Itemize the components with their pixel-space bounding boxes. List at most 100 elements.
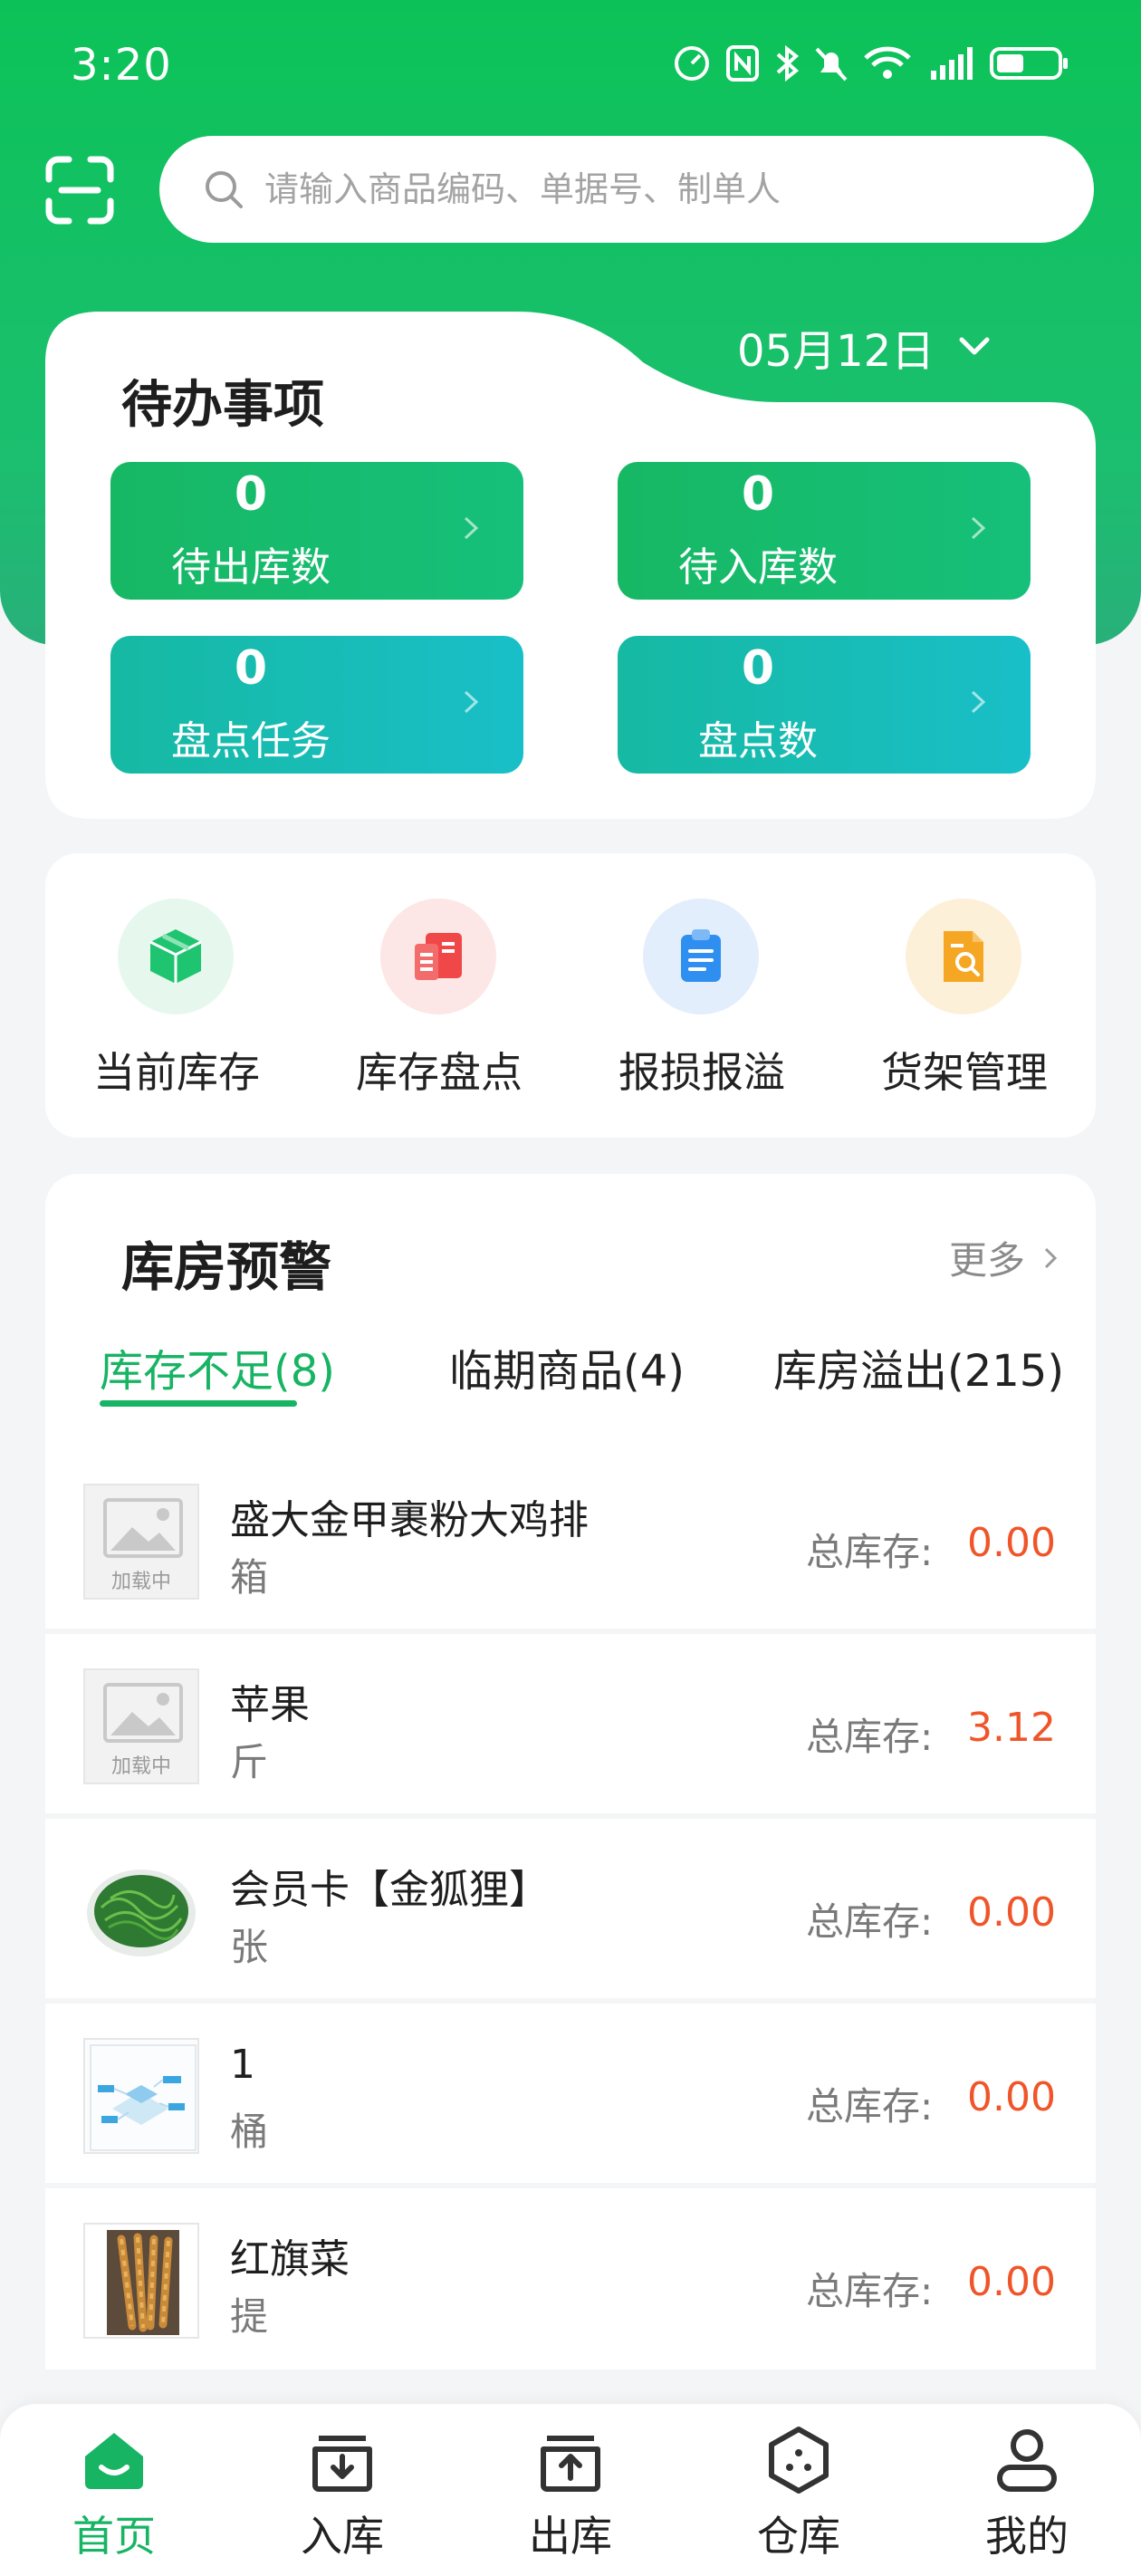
- product-thumbnail: 加载中: [83, 1484, 199, 1600]
- tile-stocktake-count[interactable]: 0 盘点数: [618, 636, 1031, 774]
- list-item[interactable]: 会员卡【金狐狸】 张 总库存: 0.00: [45, 1819, 1096, 1998]
- more-label: 更多: [948, 1238, 1025, 1283]
- date-value: 05月12日: [737, 326, 935, 377]
- product-thumbnail: [83, 2038, 199, 2154]
- tile-pending-inbound[interactable]: 0 待入库数: [618, 462, 1031, 600]
- tile-pending-outbound[interactable]: 0 待出库数: [110, 462, 523, 600]
- signal-icon: [931, 47, 973, 80]
- chevron-right-icon: [464, 690, 479, 714]
- stock-label: 总库存:: [806, 1715, 934, 1759]
- warehouse-icon: [769, 2427, 829, 2494]
- list-item[interactable]: 1 桶 总库存: 0.00: [45, 2004, 1096, 2183]
- wifi-icon: [864, 46, 911, 79]
- quick-action-label: 报损报溢: [618, 1048, 785, 1097]
- clipboard-icon: [643, 899, 759, 1014]
- more-link[interactable]: 更多: [949, 1230, 1058, 1285]
- nav-profile[interactable]: 我的: [936, 2404, 1117, 2576]
- product-thumbnail: 加载中: [83, 1668, 199, 1784]
- quick-action-label: 当前库存: [93, 1048, 260, 1097]
- tab-low-stock[interactable]: 库存不足(8): [100, 1335, 335, 1399]
- nav-label: 出库: [529, 2512, 612, 2561]
- status-time: 3:20: [71, 40, 172, 91]
- list-item[interactable]: 红旗菜 提 总库存: 0.00: [45, 2188, 1096, 2368]
- nav-warehouse[interactable]: 仓库: [708, 2404, 889, 2576]
- inbound-icon: [312, 2436, 372, 2492]
- warehouse-alert-section: 库房预警 更多 库存不足(8) 临期商品(4) 库房溢出(215) 加载中 盛大…: [45, 1174, 1096, 2369]
- list-item[interactable]: 加载中 盛大金甲裹粉大鸡排 箱 总库存: 0.00: [45, 1449, 1096, 1629]
- stock-label: 总库存:: [806, 2084, 934, 2129]
- skewer-photo: [107, 2230, 179, 2335]
- quick-action-loss-overflow[interactable]: 报损报溢: [570, 853, 833, 1138]
- quick-action-current-stock[interactable]: 当前库存: [45, 853, 308, 1138]
- bottom-nav: 首页 入库 出库 仓库 我的: [0, 2404, 1141, 2576]
- stock-value: 0.00: [967, 2074, 1056, 2120]
- quick-action-label: 库存盘点: [356, 1048, 523, 1097]
- inventory-check-icon: [380, 899, 496, 1014]
- chevron-down-icon: [959, 337, 990, 355]
- status-bar: 3:20: [0, 0, 1141, 136]
- quick-action-shelf-management[interactable]: 货架管理: [833, 853, 1096, 1138]
- product-name: 1: [230, 2042, 255, 2088]
- list-item[interactable]: 加载中 苹果 斤 总库存: 3.12: [45, 1634, 1096, 1813]
- product-name: 红旗菜: [230, 2236, 350, 2283]
- nav-label: 我的: [985, 2512, 1069, 2561]
- tile-count: 0: [234, 641, 268, 696]
- tile-count: 0: [741, 467, 775, 522]
- stock-value: 0.00: [967, 2259, 1056, 2305]
- chevron-right-icon: [971, 690, 986, 714]
- status-icons: [672, 43, 1070, 83]
- todo-card: 待办事项 05月12日 0 待出库数 0 待入库数 0 盘点任务 0 盘点数: [45, 308, 1096, 819]
- product-unit: 斤: [230, 1740, 269, 1784]
- stock-value: 0.00: [967, 1520, 1056, 1566]
- chevron-right-icon: [464, 516, 479, 540]
- nav-label: 入库: [301, 2512, 384, 2561]
- tile-label: 待出库数: [171, 544, 331, 591]
- search-icon: [206, 171, 243, 208]
- quick-actions: 当前库存 库存盘点 报损报溢 货架管理: [45, 853, 1096, 1138]
- search-bar[interactable]: [159, 136, 1094, 243]
- tab-overflow[interactable]: 库房溢出(215): [773, 1335, 1064, 1399]
- nfc-icon: [726, 45, 759, 82]
- nav-label: 首页: [72, 2512, 156, 2561]
- speedometer-icon: [675, 46, 709, 81]
- product-name: 盛大金甲裹粉大鸡排: [230, 1497, 589, 1543]
- stock-label: 总库存:: [806, 1899, 934, 1944]
- placeholder-text: 加载中: [110, 1571, 171, 1593]
- nav-outbound[interactable]: 出库: [480, 2404, 661, 2576]
- nav-home[interactable]: 首页: [24, 2404, 205, 2576]
- box-icon: [118, 899, 234, 1014]
- product-unit: 桶: [230, 2110, 269, 2154]
- product-unit: 提: [230, 2294, 269, 2339]
- product-thumbnail: [83, 2223, 199, 2339]
- quick-action-stocktake[interactable]: 库存盘点: [308, 853, 570, 1138]
- bell-muted-icon: [815, 47, 848, 82]
- tile-count: 0: [234, 467, 268, 522]
- scan-button[interactable]: [45, 156, 114, 225]
- todo-title: 待办事项: [121, 376, 324, 435]
- user-icon: [997, 2429, 1057, 2492]
- chevron-right-icon: [971, 516, 986, 540]
- stock-value: 3.12: [967, 1705, 1056, 1751]
- date-selector[interactable]: 05月12日: [737, 315, 991, 379]
- stock-label: 总库存:: [806, 2269, 934, 2313]
- product-name: 会员卡【金狐狸】: [230, 1867, 549, 1913]
- nav-label: 仓库: [757, 2512, 840, 2561]
- home-page: 3:20 待办事项: [0, 0, 1141, 2576]
- home-icon: [85, 2433, 143, 2489]
- tile-stocktake-tasks[interactable]: 0 盘点任务: [110, 636, 523, 774]
- outbound-icon: [541, 2436, 600, 2492]
- search-input[interactable]: [264, 169, 1061, 209]
- nav-inbound[interactable]: 入库: [252, 2404, 433, 2576]
- tile-label: 盘点数: [698, 718, 818, 764]
- product-name: 苹果: [230, 1682, 310, 1728]
- product-unit: 张: [230, 1925, 269, 1969]
- tile-count: 0: [741, 641, 775, 696]
- placeholder-text: 加载中: [110, 1755, 171, 1778]
- stock-value: 0.00: [967, 1889, 1056, 1936]
- diagram-photo: [85, 2040, 197, 2152]
- product-thumbnail: [83, 1853, 199, 1969]
- tab-near-expiry[interactable]: 临期商品(4): [449, 1335, 685, 1399]
- chevron-right-icon: [1044, 1247, 1058, 1268]
- quick-action-label: 货架管理: [881, 1048, 1048, 1097]
- active-tab-indicator: [100, 1400, 297, 1407]
